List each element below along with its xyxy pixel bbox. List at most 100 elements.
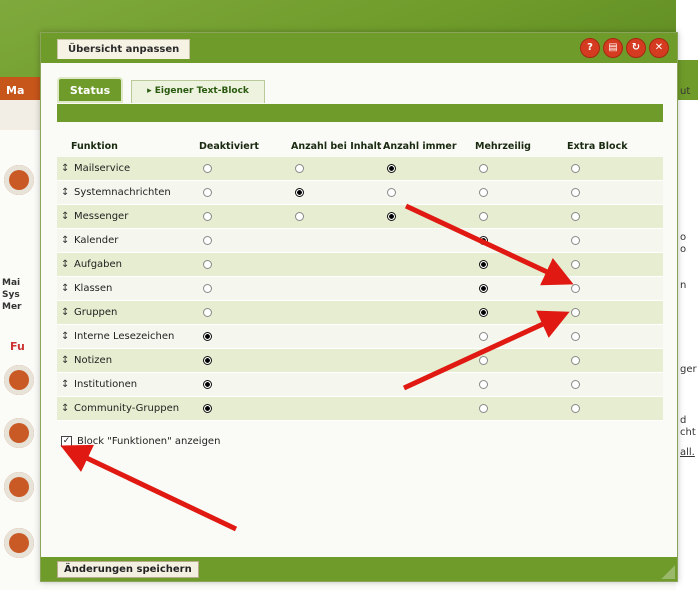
drag-handle-icon[interactable]: ↕ bbox=[61, 163, 69, 174]
tab-custom-text-block[interactable]: ▸ Eigener Text-Block bbox=[131, 80, 265, 103]
option-radio[interactable] bbox=[479, 283, 488, 293]
resize-handle[interactable] bbox=[661, 565, 675, 579]
option-cell bbox=[383, 348, 475, 373]
option-radio[interactable] bbox=[479, 211, 488, 221]
side-note-icon[interactable] bbox=[4, 472, 34, 502]
table-row[interactable]: ↕ Interne Lesezeichen bbox=[57, 324, 663, 349]
option-cell bbox=[199, 396, 291, 421]
option-radio[interactable] bbox=[387, 211, 396, 221]
option-radio[interactable] bbox=[479, 163, 488, 173]
drag-handle-icon[interactable]: ↕ bbox=[61, 259, 69, 270]
option-radio[interactable] bbox=[203, 187, 212, 197]
save-changes-button[interactable]: Änderungen speichern bbox=[57, 561, 199, 578]
drag-handle-icon[interactable]: ↕ bbox=[61, 211, 69, 222]
table-row[interactable]: ↕ Kalender bbox=[57, 228, 663, 253]
option-radio[interactable] bbox=[571, 211, 580, 221]
table-row[interactable]: ↕ Klassen bbox=[57, 276, 663, 301]
option-cell bbox=[199, 204, 291, 229]
option-radio[interactable] bbox=[295, 211, 304, 221]
option-radio[interactable] bbox=[479, 403, 488, 413]
option-radio[interactable] bbox=[479, 187, 488, 197]
table-row[interactable]: ↕ Messenger bbox=[57, 204, 663, 229]
help-icon[interactable]: ? bbox=[580, 38, 600, 58]
refresh-icon[interactable]: ↻ bbox=[626, 38, 646, 58]
table-row[interactable]: ↕ Gruppen bbox=[57, 300, 663, 325]
drag-handle-icon[interactable]: ↕ bbox=[61, 331, 69, 342]
customize-overview-dialog: Übersicht anpassen ? ▤ ↻ ✕ Status ▸ Eige… bbox=[40, 32, 678, 582]
right-link[interactable]: all. bbox=[680, 447, 695, 458]
option-cell bbox=[291, 204, 383, 229]
option-cell bbox=[475, 396, 567, 421]
option-radio[interactable] bbox=[571, 307, 580, 317]
drag-handle-icon[interactable]: ↕ bbox=[61, 403, 69, 414]
drag-handle-icon[interactable]: ↕ bbox=[61, 283, 69, 294]
option-radio[interactable] bbox=[571, 403, 580, 413]
settings-icon[interactable]: ▤ bbox=[603, 38, 623, 58]
option-radio[interactable] bbox=[571, 331, 580, 341]
tab-bar bbox=[57, 104, 663, 122]
table-row[interactable]: ↕ Systemnachrichten bbox=[57, 180, 663, 205]
option-radio[interactable] bbox=[203, 307, 212, 317]
option-radio[interactable] bbox=[387, 163, 396, 173]
function-name: Mailservice bbox=[74, 163, 131, 174]
option-radio[interactable] bbox=[203, 331, 212, 341]
option-radio[interactable] bbox=[295, 187, 304, 197]
option-radio[interactable] bbox=[571, 259, 580, 269]
function-name-cell: ↕ Aufgaben bbox=[57, 252, 199, 277]
table-row[interactable]: ↕ Community-Gruppen bbox=[57, 396, 663, 421]
option-cell bbox=[475, 252, 567, 277]
option-radio[interactable] bbox=[203, 403, 212, 413]
drag-handle-icon[interactable]: ↕ bbox=[61, 187, 69, 198]
option-cell bbox=[567, 324, 663, 349]
background-panel bbox=[0, 100, 40, 130]
option-radio[interactable] bbox=[479, 235, 488, 245]
option-radio[interactable] bbox=[479, 331, 488, 341]
tab-status[interactable]: Status bbox=[57, 77, 123, 103]
option-cell bbox=[567, 348, 663, 373]
option-radio[interactable] bbox=[571, 355, 580, 365]
option-radio[interactable] bbox=[571, 163, 580, 173]
drag-handle-icon[interactable]: ↕ bbox=[61, 307, 69, 318]
option-radio[interactable] bbox=[203, 379, 212, 389]
table-row[interactable]: ↕ Mailservice bbox=[57, 157, 663, 181]
option-cell bbox=[291, 372, 383, 397]
side-mail-icon[interactable] bbox=[4, 365, 34, 395]
function-name: Systemnachrichten bbox=[74, 187, 171, 198]
function-name-cell: ↕ Notizen bbox=[57, 348, 199, 373]
background-menu-label[interactable]: Ma bbox=[6, 84, 24, 97]
option-radio[interactable] bbox=[571, 283, 580, 293]
option-radio[interactable] bbox=[571, 235, 580, 245]
option-radio[interactable] bbox=[203, 235, 212, 245]
option-radio[interactable] bbox=[479, 355, 488, 365]
side-list-icon[interactable] bbox=[4, 528, 34, 558]
option-radio[interactable] bbox=[203, 259, 212, 269]
option-radio[interactable] bbox=[387, 187, 396, 197]
right-text: o bbox=[680, 244, 687, 255]
section-heading-partial: Fu bbox=[10, 340, 25, 353]
option-radio[interactable] bbox=[571, 187, 580, 197]
close-icon[interactable]: ✕ bbox=[649, 38, 669, 58]
drag-handle-icon[interactable]: ↕ bbox=[61, 355, 69, 366]
side-item-icon[interactable] bbox=[4, 165, 34, 195]
option-radio[interactable] bbox=[479, 379, 488, 389]
side-doc-icon[interactable] bbox=[4, 418, 34, 448]
column-header: Anzahl bei Inhalt bbox=[291, 140, 382, 152]
option-radio[interactable] bbox=[295, 163, 304, 173]
table-row[interactable]: ↕ Notizen bbox=[57, 348, 663, 373]
option-radio[interactable] bbox=[203, 163, 212, 173]
show-functions-checkbox[interactable]: ✓ bbox=[61, 436, 72, 447]
table-row[interactable]: ↕ Institutionen bbox=[57, 372, 663, 397]
table-row[interactable]: ↕ Aufgaben bbox=[57, 252, 663, 277]
drag-handle-icon[interactable]: ↕ bbox=[61, 379, 69, 390]
option-radio[interactable] bbox=[479, 259, 488, 269]
side-text-1: Mai bbox=[2, 278, 21, 288]
drag-handle-icon[interactable]: ↕ bbox=[61, 235, 69, 246]
right-text: ger bbox=[680, 364, 697, 375]
column-header: Extra Block bbox=[567, 140, 628, 152]
function-name-cell: ↕ Community-Gruppen bbox=[57, 396, 199, 421]
option-radio[interactable] bbox=[479, 307, 488, 317]
option-radio[interactable] bbox=[571, 379, 580, 389]
option-radio[interactable] bbox=[203, 211, 212, 221]
option-radio[interactable] bbox=[203, 283, 212, 293]
option-radio[interactable] bbox=[203, 355, 212, 365]
